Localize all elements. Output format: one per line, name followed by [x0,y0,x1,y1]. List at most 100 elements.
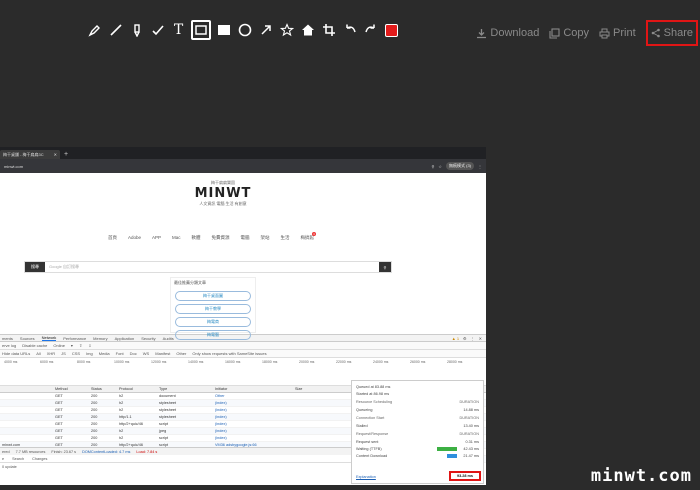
explanation-link[interactable]: Explanation [356,475,376,479]
import-icon[interactable]: ⇧ [79,343,82,348]
col-header-initiator[interactable]: Initiator [215,387,295,391]
filter-js[interactable]: JS [61,351,66,356]
table-cell: h2 [119,394,124,398]
suggest-pill[interactable]: 梅電商 [175,317,251,327]
nav-item[interactable]: 軟體 [192,235,201,241]
filter-font[interactable]: Font [116,351,124,356]
site-logo[interactable]: 梅干扁扁樂園 MINWT 人文資訊 電腦 生活 有創意 [178,180,268,210]
filter-doc[interactable]: Doc [130,351,137,356]
star-bookmark-icon[interactable]: ☆ [438,164,442,169]
check-icon[interactable] [149,20,166,40]
nav-item[interactable]: APP [152,235,161,241]
filter-media[interactable]: Media [99,351,110,356]
close-icon[interactable]: ✕ [54,152,57,157]
copy-label: Copy [563,27,590,39]
nav-item[interactable]: 首頁 [108,235,117,241]
rect-fill-icon[interactable] [215,20,232,40]
devtools-tab-network[interactable]: Network [41,335,57,341]
stalled-row: Stalled 13.40 ms [356,422,479,429]
redo-icon[interactable] [362,20,379,40]
color-swatch[interactable] [385,23,398,37]
search-submit-button[interactable]: ⚲ [379,262,391,272]
devtools-tab[interactable]: Security [141,336,155,341]
share-button[interactable]: Share [645,20,698,46]
suggest-pill[interactable]: 梅干教學 [175,304,251,314]
new-tab-icon[interactable]: + [64,150,68,159]
gear-icon[interactable]: ⚙ [463,336,467,341]
filter-manifest[interactable]: Manifest [155,351,170,356]
devtools-tab[interactable]: Performance [63,336,86,341]
arrow-icon[interactable] [257,20,274,40]
filter-ws[interactable]: WS [143,351,149,356]
more-icon[interactable]: ⋮ [471,336,475,341]
search-input[interactable]: Google 自訂搜尋 [45,264,379,270]
rect-outline-icon[interactable] [191,20,211,40]
chevron-down-icon[interactable]: ▾ [71,343,73,348]
nav-item[interactable]: 免費資源 [212,235,230,241]
preserve-log-checkbox[interactable]: erve log [2,343,16,348]
col-header-type[interactable]: Type [159,387,215,391]
nav-item[interactable]: Adobe [128,235,141,241]
filter-xhr[interactable]: XHR [47,351,55,356]
devtools-tab[interactable]: Sources [20,336,35,341]
circle-icon[interactable] [236,20,253,40]
col-header-method[interactable]: Method [55,387,91,391]
pen-icon[interactable] [86,20,103,40]
timeline-tick: 4000 ms [4,360,18,364]
share-actions: Download Copy Print Share [476,20,698,46]
crop-icon[interactable] [320,20,337,40]
drawer-tab[interactable]: Search [12,457,24,461]
menu-icon[interactable]: ⋮ [478,164,482,169]
duration-label: DURATION [459,400,479,404]
table-cell: 200 [91,394,98,398]
col-header-protocol[interactable]: Protocol [119,387,159,391]
star-icon[interactable] [278,20,295,40]
table-cell: GET [55,429,63,433]
drawer-tab[interactable]: Changes [32,457,47,461]
nav-item[interactable]: 梅搞館4 [301,232,316,241]
table-cell: 200 [91,436,98,440]
suggest-pill[interactable]: 梅電腦 [175,330,251,340]
copy-button[interactable]: Copy [549,23,589,43]
col-header-size[interactable]: Size [295,387,355,391]
warning-badge[interactable]: ▲ 1 [452,336,459,341]
devtools-tab[interactable]: Audits [163,336,174,341]
filter-other[interactable]: Other [176,351,186,356]
nav-item[interactable]: Mac [172,235,181,241]
drawer-tab[interactable]: e [2,457,4,461]
devtools-tab[interactable]: Application [115,336,135,341]
throttle-select[interactable]: Online [53,343,65,348]
filter-css[interactable]: CSS [72,351,80,356]
timeline-tick: 6000 ms [40,360,54,364]
filter-all[interactable]: All [36,351,40,356]
col-header-status[interactable]: Status [91,387,119,391]
disable-cache-checkbox[interactable]: Disable cache [22,343,47,348]
browser-tab[interactable]: 梅干桌舖 - 梅干扁扁3C ✕ [0,150,60,159]
text-icon[interactable]: T [170,20,187,40]
total-time: 93.28 ms [448,471,481,481]
captured-screenshot[interactable]: 梅干桌舖 - 梅干扁扁3C ✕ + minwt.com ⚲ ☆ 無痕模式 (3)… [0,147,486,485]
line-icon[interactable] [107,20,124,40]
close-icon[interactable]: ✕ [479,336,482,341]
print-button[interactable]: Print [599,23,636,43]
nav-item[interactable]: 架站 [261,235,270,241]
download-button[interactable]: Download [476,23,539,43]
table-cell: GET [55,436,63,440]
suggest-pill[interactable]: 梅干桌面圖 [175,291,251,301]
incognito-badge[interactable]: 無痕模式 (3) [446,162,474,170]
marker-icon[interactable] [128,20,145,40]
filter-img[interactable]: Img [86,351,93,356]
search-icon[interactable]: ⚲ [431,164,434,169]
url-text[interactable]: minwt.com [4,164,23,169]
samesite-checkbox[interactable]: Only show requests with SameSite issues [192,351,266,356]
home-icon[interactable] [299,20,316,40]
devtools-tab[interactable]: Memory [93,336,107,341]
undo-icon[interactable] [341,20,358,40]
devtools-tab[interactable]: ments [2,336,13,341]
export-icon[interactable]: ⇩ [88,343,91,348]
hide-data-urls-checkbox[interactable]: Hide data URLs [2,351,30,356]
nav-item[interactable]: 生活 [281,235,290,241]
nav-item[interactable]: 電腦 [241,235,250,241]
table-cell: http/2+quic/46 [119,422,143,426]
search-category-button[interactable]: 搜尋 [25,262,45,272]
